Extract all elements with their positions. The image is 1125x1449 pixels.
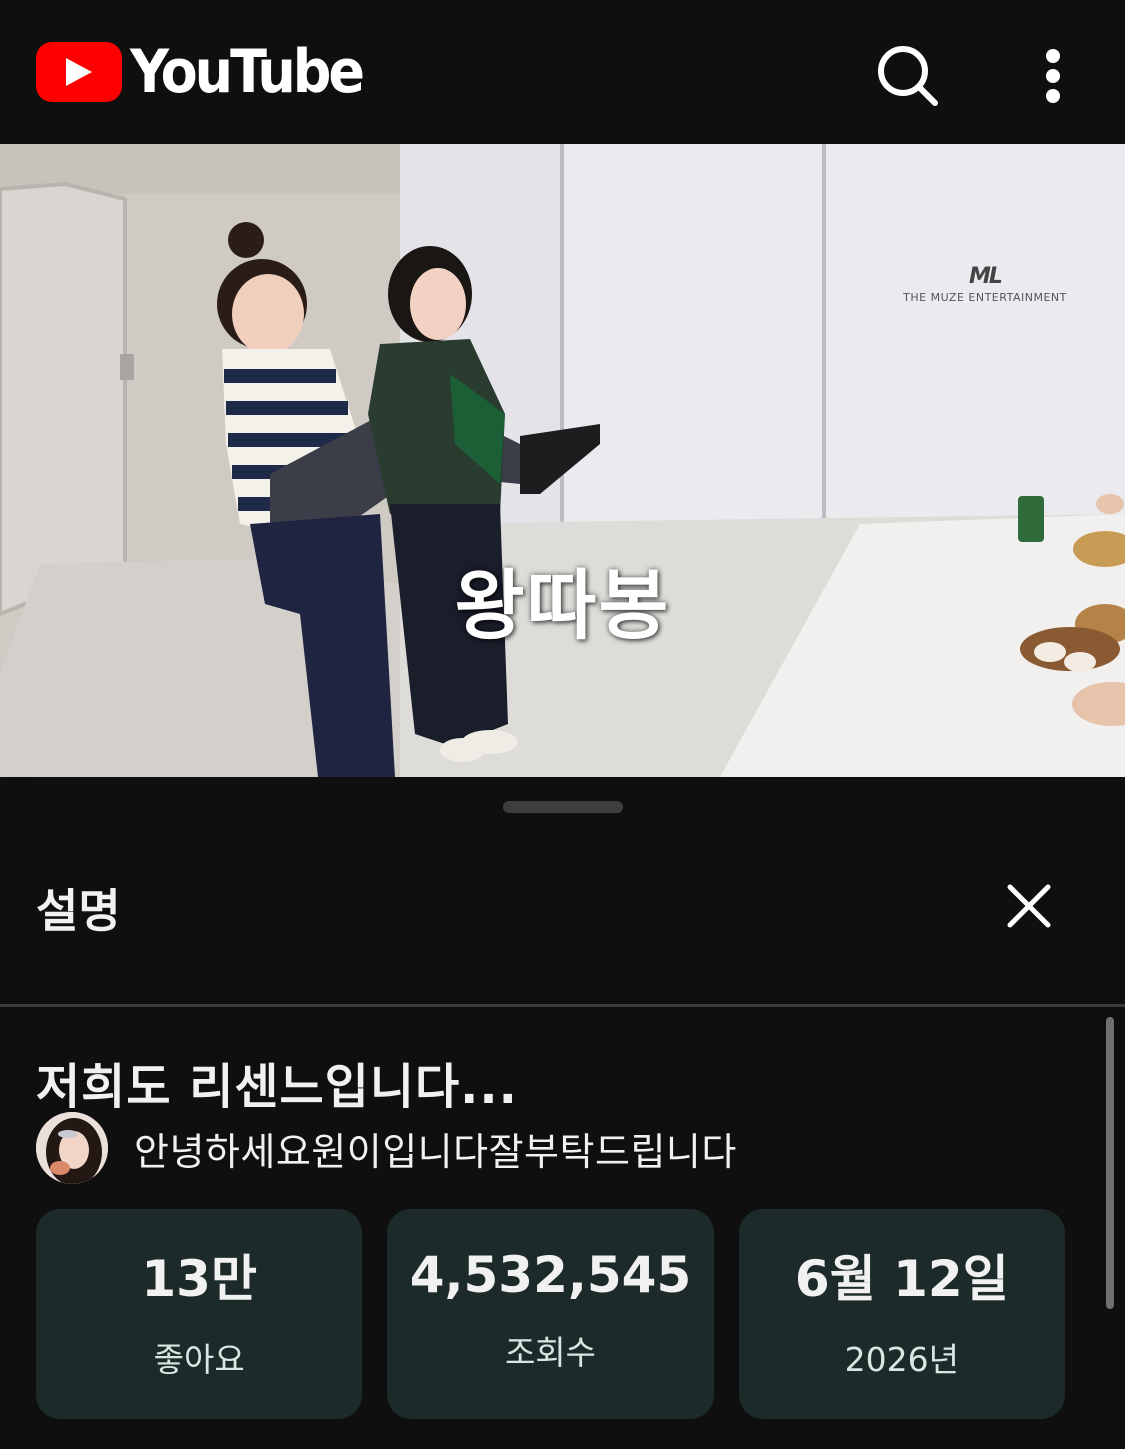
date-value: 6월 12일 — [794, 1250, 1009, 1308]
video-frame — [0, 144, 1125, 777]
drag-handle[interactable] — [503, 801, 623, 813]
stats-row: 13만 좋아요 4,532,545 조회수 6월 12일 2026년 — [36, 1209, 1065, 1419]
youtube-logo[interactable]: YouTube — [36, 37, 365, 107]
scrollbar[interactable] — [1106, 1017, 1114, 1309]
views-value: 4,532,545 — [409, 1246, 692, 1304]
description-sheet: 설명 저희도 리센느입니다... 안녕하세요원이입니다잘부탁드립니다 13만 좋… — [0, 777, 1125, 1449]
top-app-bar: YouTube — [0, 0, 1125, 144]
close-icon — [1007, 884, 1051, 928]
divider — [0, 1004, 1125, 1007]
video-title: 저희도 리센느입니다... — [36, 1059, 518, 1115]
views-card: 4,532,545 조회수 — [387, 1209, 714, 1419]
views-label: 조회수 — [504, 1333, 597, 1372]
search-button[interactable] — [866, 34, 950, 118]
video-player[interactable]: ML THE MUZE ENTERTAINMENT 왕따봉 — [0, 144, 1125, 777]
more-vert-icon — [1046, 49, 1060, 103]
youtube-logo-icon — [36, 42, 122, 102]
channel-avatar[interactable] — [36, 1112, 108, 1184]
wall-sign-text: THE MUZE ENTERTAINMENT — [903, 291, 1067, 304]
youtube-wordmark: YouTube — [130, 37, 365, 107]
channel-name[interactable]: 안녕하세요원이입니다잘부탁드립니다 — [134, 1121, 737, 1176]
likes-card: 13만 좋아요 — [36, 1209, 363, 1419]
sheet-title: 설명 — [36, 884, 121, 938]
date-card: 6월 12일 2026년 — [738, 1209, 1065, 1419]
likes-label: 좋아요 — [153, 1340, 245, 1379]
channel-row[interactable]: 안녕하세요원이입니다잘부탁드립니다 — [36, 1111, 737, 1185]
video-caption: 왕따봉 — [454, 561, 671, 650]
more-options-button[interactable] — [1020, 34, 1086, 118]
likes-value: 13만 — [141, 1250, 257, 1308]
close-button[interactable] — [996, 873, 1062, 939]
search-icon — [878, 46, 938, 106]
date-year: 2026년 — [844, 1340, 959, 1379]
wall-sign-mark: ML — [969, 264, 1003, 289]
wall-sign: ML THE MUZE ENTERTAINMENT — [885, 264, 1085, 304]
